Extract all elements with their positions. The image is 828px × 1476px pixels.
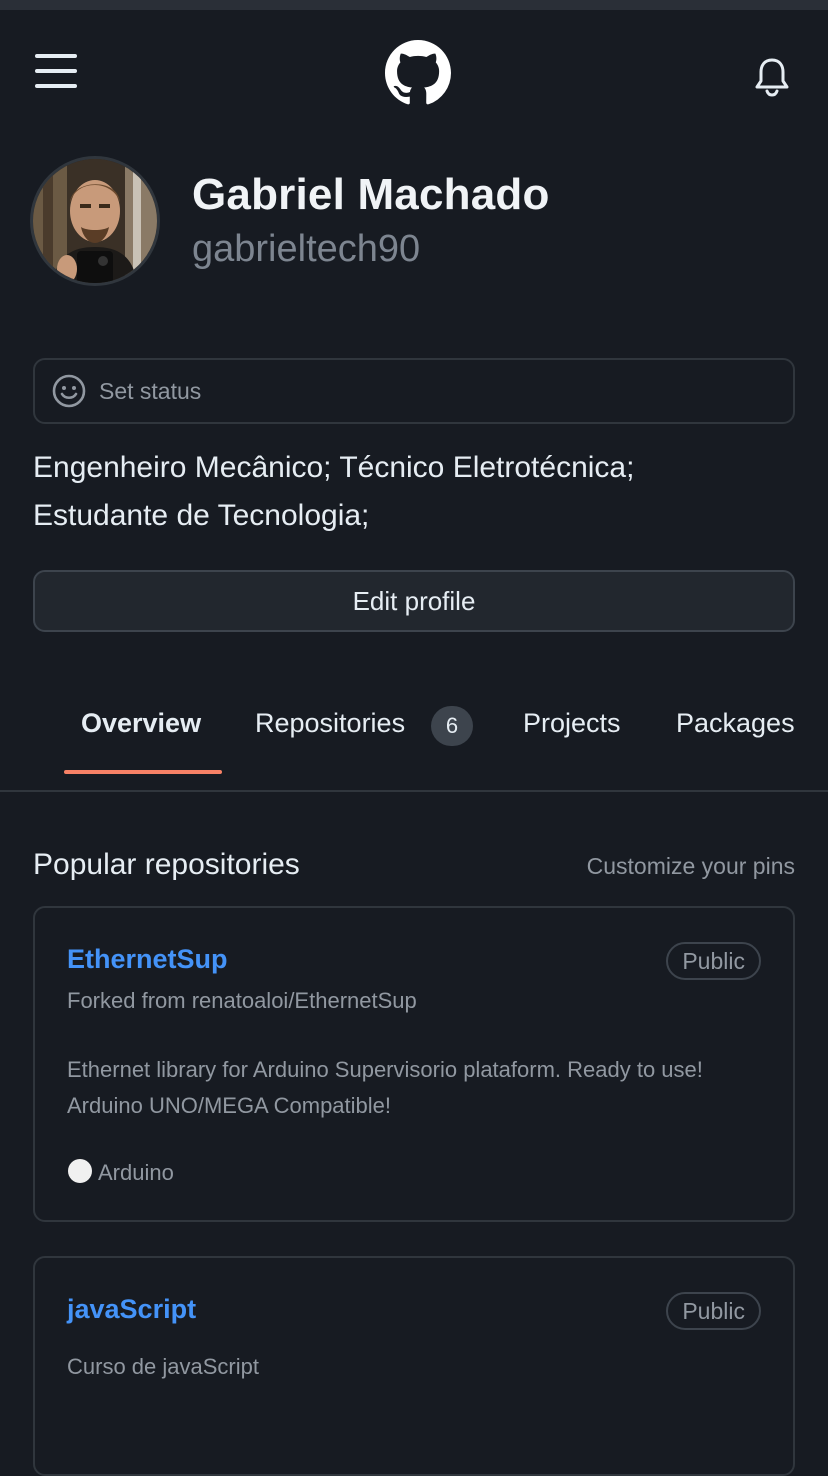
set-status-label: Set status — [99, 378, 202, 404]
repo-language: Arduino — [98, 1160, 174, 1185]
tab-projects[interactable]: Projects — [523, 708, 621, 739]
smiley-icon — [52, 374, 86, 408]
forked-from-text: Forked from renatoaloi/EthernetSup — [67, 988, 417, 1013]
visibility-badge: Public — [666, 942, 761, 980]
active-tab-underline — [64, 770, 222, 774]
repo-name-link[interactable]: EthernetSup — [67, 944, 228, 975]
bio-line: Estudante de Tecnologia; — [33, 499, 370, 532]
tab-overview[interactable]: Overview — [81, 708, 201, 739]
bio-line: Engenheiro Mecânico; Técnico Eletrotécni… — [33, 451, 635, 484]
customize-pins-link[interactable]: Customize your pins — [587, 853, 795, 880]
repo-description: Curso de javaScript — [67, 1354, 259, 1379]
profile-tabs: Overview Repositories 6 Projects Package… — [0, 690, 828, 792]
tab-repositories[interactable]: Repositories — [255, 708, 405, 739]
hamburger-menu-icon[interactable] — [30, 50, 82, 94]
github-logo-icon[interactable] — [385, 40, 451, 106]
section-title: Popular repositories — [33, 848, 300, 881]
profile-bio: Engenheiro Mecânico; Técnico Eletrotécni… — [33, 444, 813, 540]
avatar-photo — [33, 159, 157, 283]
visibility-badge: Public — [666, 1292, 761, 1330]
bell-icon[interactable] — [752, 54, 792, 98]
repo-description: Ethernet library for Arduino Supervisori… — [67, 1057, 703, 1118]
repo-name-link[interactable]: javaScript — [67, 1294, 196, 1325]
edit-profile-button[interactable]: Edit profile — [33, 570, 795, 632]
language-color-icon — [68, 1159, 92, 1183]
avatar[interactable] — [30, 156, 160, 286]
status-bar-strip — [0, 0, 828, 10]
repo-card: EthernetSup Public Forked from renatoalo… — [33, 906, 795, 1222]
tab-packages[interactable]: Packages — [676, 708, 795, 739]
profile-login: gabrieltech90 — [192, 228, 421, 270]
set-status-button[interactable]: Set status — [33, 358, 795, 424]
repositories-count-badge: 6 — [431, 706, 473, 746]
profile-name: Gabriel Machado — [192, 170, 550, 219]
top-header — [0, 10, 828, 138]
repo-card: javaScript Public Curso de javaScript — [33, 1256, 795, 1476]
